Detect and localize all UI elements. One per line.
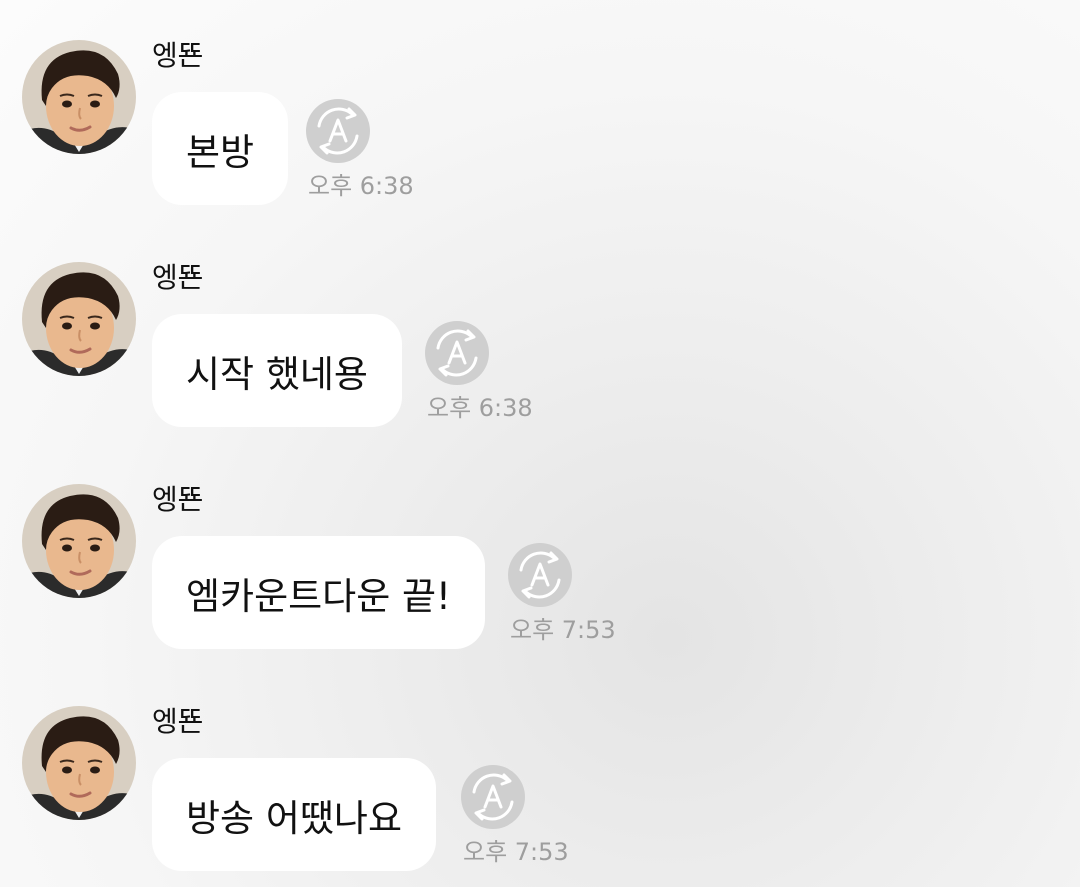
- translate-icon: [508, 543, 572, 607]
- message-bubble[interactable]: 본방: [152, 92, 289, 205]
- translate-icon: [306, 99, 370, 163]
- avatar-image: [22, 262, 136, 376]
- message-row: 엥뚄 방송 어땠나요 오후 7:53: [0, 666, 1080, 871]
- profile-avatar[interactable]: [22, 262, 136, 376]
- message-row: 엥뚄 본방 오후 6:38: [0, 0, 1080, 205]
- translate-button[interactable]: [306, 99, 370, 163]
- translate-button[interactable]: [425, 321, 489, 385]
- avatar-image: [22, 40, 136, 154]
- sender-name: 엥뚄: [152, 39, 204, 72]
- message-bubble[interactable]: 시작 했네용: [152, 314, 402, 427]
- message-bubble[interactable]: 방송 어땠나요: [152, 758, 437, 871]
- message-timestamp: 오후 7:53: [510, 616, 616, 644]
- chat-message-list[interactable]: 엥뚄 본방 오후 6:38 엥뚄 시작 했네용 오후 6:38 엥뚄 엠카운트다…: [0, 0, 1080, 887]
- translate-button[interactable]: [508, 543, 572, 607]
- avatar-image: [22, 484, 136, 598]
- message-timestamp: 오후 7:53: [463, 838, 569, 866]
- translate-icon: [425, 321, 489, 385]
- avatar-image: [22, 706, 136, 820]
- profile-avatar[interactable]: [22, 706, 136, 820]
- translate-button[interactable]: [461, 765, 525, 829]
- sender-name: 엥뚄: [152, 705, 204, 738]
- message-row: 엥뚄 시작 했네용 오후 6:38: [0, 222, 1080, 427]
- message-timestamp: 오후 6:38: [308, 172, 414, 200]
- message-timestamp: 오후 6:38: [427, 394, 533, 422]
- sender-name: 엥뚄: [152, 483, 204, 516]
- translate-icon: [461, 765, 525, 829]
- sender-name: 엥뚄: [152, 261, 204, 294]
- profile-avatar[interactable]: [22, 40, 136, 154]
- message-row: 엥뚄 엠카운트다운 끝! 오후 7:53: [0, 444, 1080, 649]
- profile-avatar[interactable]: [22, 484, 136, 598]
- message-bubble[interactable]: 엠카운트다운 끝!: [152, 536, 485, 649]
